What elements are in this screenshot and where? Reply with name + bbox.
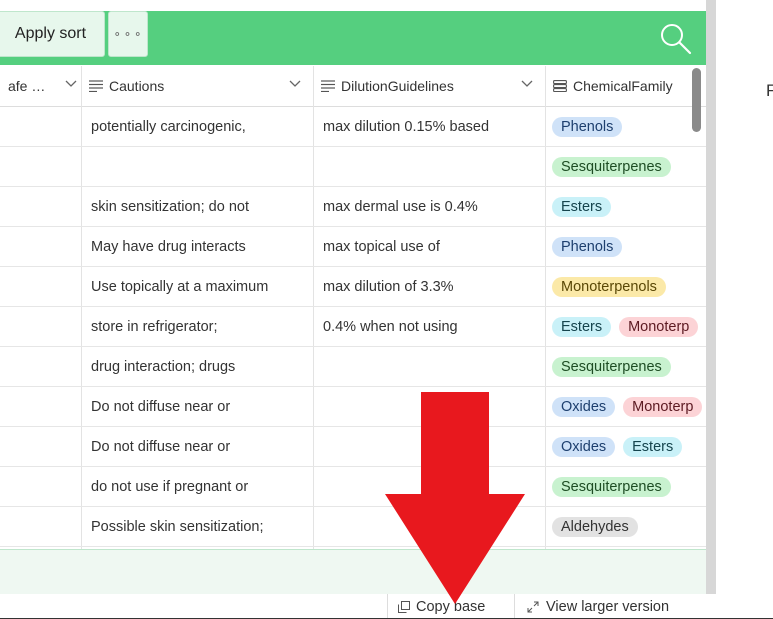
- chemical-family-tag: Aldehydes: [552, 517, 638, 537]
- dilution-cell[interactable]: max dilution 0.15% based: [323, 107, 538, 147]
- cautions-cell[interactable]: [91, 147, 306, 187]
- cautions-cell[interactable]: do not use if pregnant or: [91, 467, 306, 507]
- chemical-family-cell[interactable]: Aldehydes: [552, 507, 706, 547]
- grid-header: afe … Cautions DilutionGuidelines Chemic…: [0, 66, 706, 107]
- chemical-family-cell[interactable]: Phenols: [552, 107, 706, 147]
- chemical-family-cell[interactable]: Sesquiterpenes: [552, 147, 706, 187]
- chemical-family-tag: Sesquiterpenes: [552, 357, 671, 377]
- column-header-safe[interactable]: afe …: [0, 66, 81, 106]
- column-header-label: ChemicalFamily: [573, 78, 673, 94]
- chemical-family-tag: Oxides: [552, 437, 616, 457]
- table-row[interactable]: skin sensitization; do not max dermal use…: [0, 187, 706, 227]
- chemical-family-tag: Monoterp: [623, 397, 703, 417]
- column-header-dilution[interactable]: DilutionGuidelines: [313, 66, 545, 106]
- chemical-family-tag: Esters: [552, 317, 612, 337]
- cautions-cell[interactable]: drug interaction; drugs: [91, 347, 306, 387]
- table-row[interactable]: Sesquiterpenes: [0, 147, 706, 187]
- chemical-family-cell[interactable]: Sesquiterpenes: [552, 347, 706, 387]
- table-row[interactable]: Use topically at a maximum max dilution o…: [0, 267, 706, 307]
- apply-sort-button[interactable]: Apply sort: [0, 11, 105, 57]
- dilution-cell[interactable]: [323, 347, 538, 387]
- chemical-family-cell[interactable]: Sesquiterpenes: [552, 467, 706, 507]
- chemical-family-cell[interactable]: Monoterpenols: [552, 267, 706, 307]
- cautions-cell[interactable]: Do not diffuse near or: [91, 427, 306, 467]
- more-options-button[interactable]: ⚬⚬⚬: [108, 11, 148, 57]
- red-arrow-annotation: [385, 392, 525, 604]
- chemical-family-tag: Phenols: [552, 117, 623, 137]
- column-header-label: Cautions: [109, 78, 165, 94]
- view-larger-button[interactable]: View larger version: [527, 594, 669, 619]
- long-text-field-icon: [89, 80, 103, 92]
- table-row[interactable]: Possible skin sensitization; Aldehydes: [0, 507, 706, 547]
- table-row[interactable]: store in refrigerator; 0.4% when not usin…: [0, 307, 706, 347]
- table-row[interactable]: potentially carcinogenic, max dilution 0.…: [0, 107, 706, 147]
- cautions-cell[interactable]: skin sensitization; do not: [91, 187, 306, 227]
- chevron-down-icon[interactable]: [521, 78, 533, 90]
- chemical-family-tag: Monoterp: [619, 317, 699, 337]
- cautions-cell[interactable]: May have drug interacts: [91, 227, 306, 267]
- dilution-cell[interactable]: max dermal use is 0.4%: [323, 187, 538, 227]
- chemical-family-cell[interactable]: Oxides Esters: [552, 427, 706, 467]
- table-row[interactable]: do not use if pregnant or Sesquiterpenes: [0, 467, 706, 507]
- chemical-family-cell[interactable]: Phenols: [552, 227, 706, 267]
- grid-footer: [0, 549, 706, 594]
- view-larger-label: View larger version: [546, 598, 670, 615]
- cautions-cell[interactable]: Do not diffuse near or: [91, 387, 306, 427]
- chemical-family-tag: Monoterpenols: [552, 277, 666, 297]
- grid-body: potentially carcinogenic, max dilution 0.…: [0, 107, 706, 549]
- dilution-cell[interactable]: 0.4% when not using: [323, 307, 538, 347]
- cautions-cell[interactable]: Use topically at a maximum: [91, 267, 306, 307]
- chevron-down-icon[interactable]: [65, 78, 77, 90]
- dilution-cell[interactable]: max dilution of 3.3%: [323, 267, 538, 307]
- cautions-cell[interactable]: potentially carcinogenic,: [91, 107, 306, 147]
- multi-select-field-icon: [553, 80, 567, 92]
- dilution-cell[interactable]: [323, 147, 538, 187]
- chemical-family-tag: Esters: [552, 197, 612, 217]
- page-text-fragment: F: [766, 81, 773, 100]
- shared-view-frame: Apply sort ⚬⚬⚬ afe … Cautions DilutionGu…: [0, 0, 706, 619]
- chemical-family-tag: Esters: [623, 437, 683, 457]
- cautions-cell[interactable]: store in refrigerator;: [91, 307, 306, 347]
- table-row[interactable]: Do not diffuse near or Oxides Esters: [0, 427, 706, 467]
- column-header-label: DilutionGuidelines: [341, 78, 454, 94]
- chemical-family-cell[interactable]: Esters: [552, 187, 706, 227]
- search-icon[interactable]: [658, 21, 694, 57]
- table-row[interactable]: drug interaction; drugs Sesquiterpenes: [0, 347, 706, 387]
- chemical-family-tag: Sesquiterpenes: [552, 477, 671, 497]
- chemical-family-tag: Phenols: [552, 237, 623, 257]
- long-text-field-icon: [321, 80, 335, 92]
- chemical-family-cell[interactable]: Oxides Monoterp: [552, 387, 706, 427]
- dilution-cell[interactable]: max topical use of: [323, 227, 538, 267]
- vertical-scrollbar-thumb[interactable]: [692, 68, 701, 132]
- cautions-cell[interactable]: Possible skin sensitization;: [91, 507, 306, 547]
- chemical-family-tag: Oxides: [552, 397, 616, 417]
- column-header-label: afe …: [8, 78, 46, 94]
- vertical-scrollbar-track[interactable]: [706, 0, 716, 619]
- table-row[interactable]: Do not diffuse near or Oxides Monoterp: [0, 387, 706, 427]
- chemical-family-cell[interactable]: Esters Monoterp: [552, 307, 706, 347]
- column-header-cautions[interactable]: Cautions: [81, 66, 313, 106]
- chemical-family-tag: Sesquiterpenes: [552, 157, 671, 177]
- table-row[interactable]: May have drug interacts max topical use o…: [0, 227, 706, 267]
- column-header-chemical-family[interactable]: ChemicalFamily: [545, 66, 706, 106]
- view-toolbar: Apply sort ⚬⚬⚬: [0, 11, 706, 65]
- expand-icon: [527, 601, 539, 612]
- chevron-down-icon[interactable]: [289, 78, 301, 90]
